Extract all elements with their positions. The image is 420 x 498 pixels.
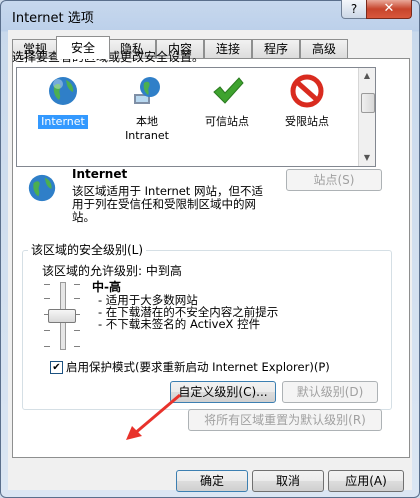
scroll-up-arrow-icon[interactable]: ▲ [362, 71, 372, 81]
zone-restricted-label: 受限站点 [285, 115, 329, 128]
level-bullet: - 不下载未签名的 ActiveX 控件 [98, 317, 261, 331]
zone-info-globe-icon [28, 174, 56, 202]
security-level-group-label: 该区域的安全级别(L) [28, 241, 147, 258]
reset-all-zones-button[interactable]: 将所有区域重置为默认级别(R) [188, 409, 382, 431]
slider-tick [74, 346, 80, 347]
slider-tick [44, 330, 50, 331]
security-level-slider-thumb[interactable] [48, 309, 76, 323]
red-prohibited-icon [290, 74, 324, 108]
slider-tick [74, 284, 80, 285]
protected-mode-checkbox[interactable]: ✔ [50, 361, 63, 374]
scroll-down-arrow-icon[interactable]: ▼ [362, 153, 372, 163]
ok-button[interactable]: 确定 [176, 470, 248, 492]
slider-tick [74, 298, 80, 299]
close-button[interactable]: ✕ [366, 0, 412, 19]
tab-connections[interactable]: 连接 [204, 39, 252, 58]
help-button[interactable]: ? [341, 0, 367, 19]
tab-programs[interactable]: 程序 [252, 39, 300, 58]
tab-advanced[interactable]: 高级 [300, 39, 348, 58]
slider-tick [44, 284, 50, 285]
cancel-button[interactable]: 取消 [252, 470, 324, 492]
zone-internet-label: Internet [38, 115, 88, 129]
scrollbar-thumb[interactable] [361, 93, 375, 113]
slider-tick [44, 346, 50, 347]
sites-button[interactable]: 站点(S) [286, 169, 382, 191]
zone-internet[interactable]: Internet [23, 74, 103, 129]
title-bar: Internet 选项 ? ✕ [0, 0, 420, 30]
protected-mode-label[interactable]: 启用保护模式(要求重新启动 Internet Explorer)(P) [66, 359, 330, 375]
default-level-button[interactable]: 默认级别(D) [282, 381, 378, 403]
security-level-description: - 适用于大多数网站 - 在下载潜在的不安全内容之前提示 - 不下载未签名的 A… [98, 294, 278, 330]
zone-trusted-label: 可信站点 [205, 115, 249, 128]
intranet-globe-icon [134, 77, 160, 104]
zone-list-scrollbar[interactable]: ▲ ▼ [358, 68, 375, 166]
apply-button[interactable]: 应用(A) [328, 470, 404, 492]
tab-security[interactable]: 安全 [56, 36, 110, 59]
green-check-icon [213, 77, 244, 104]
zone-info-description: 该区域适用于 Internet 网站，但不适用于列在受信任和受限制区域中的网站。 [72, 184, 263, 224]
allowed-level-label: 该区域的允许级别: 中到高 [42, 264, 182, 278]
slider-tick [44, 298, 50, 299]
zone-restricted-sites[interactable]: 受限站点 [267, 74, 347, 129]
annotation-arrow-icon [126, 393, 181, 440]
zone-trusted-sites[interactable]: 可信站点 [187, 74, 267, 129]
zone-local-intranet[interactable]: 本地 Intranet [107, 74, 187, 143]
slider-tick [74, 330, 80, 331]
globe-icon [49, 77, 77, 105]
zone-intranet-label: 本地 Intranet [125, 115, 169, 142]
zone-info-title: Internet [72, 167, 128, 181]
zone-list[interactable]: Internet 本地 Intranet 可信站点 受限站点 ▲ ▼ [16, 67, 376, 167]
window-title: Internet 选项 [12, 11, 94, 26]
